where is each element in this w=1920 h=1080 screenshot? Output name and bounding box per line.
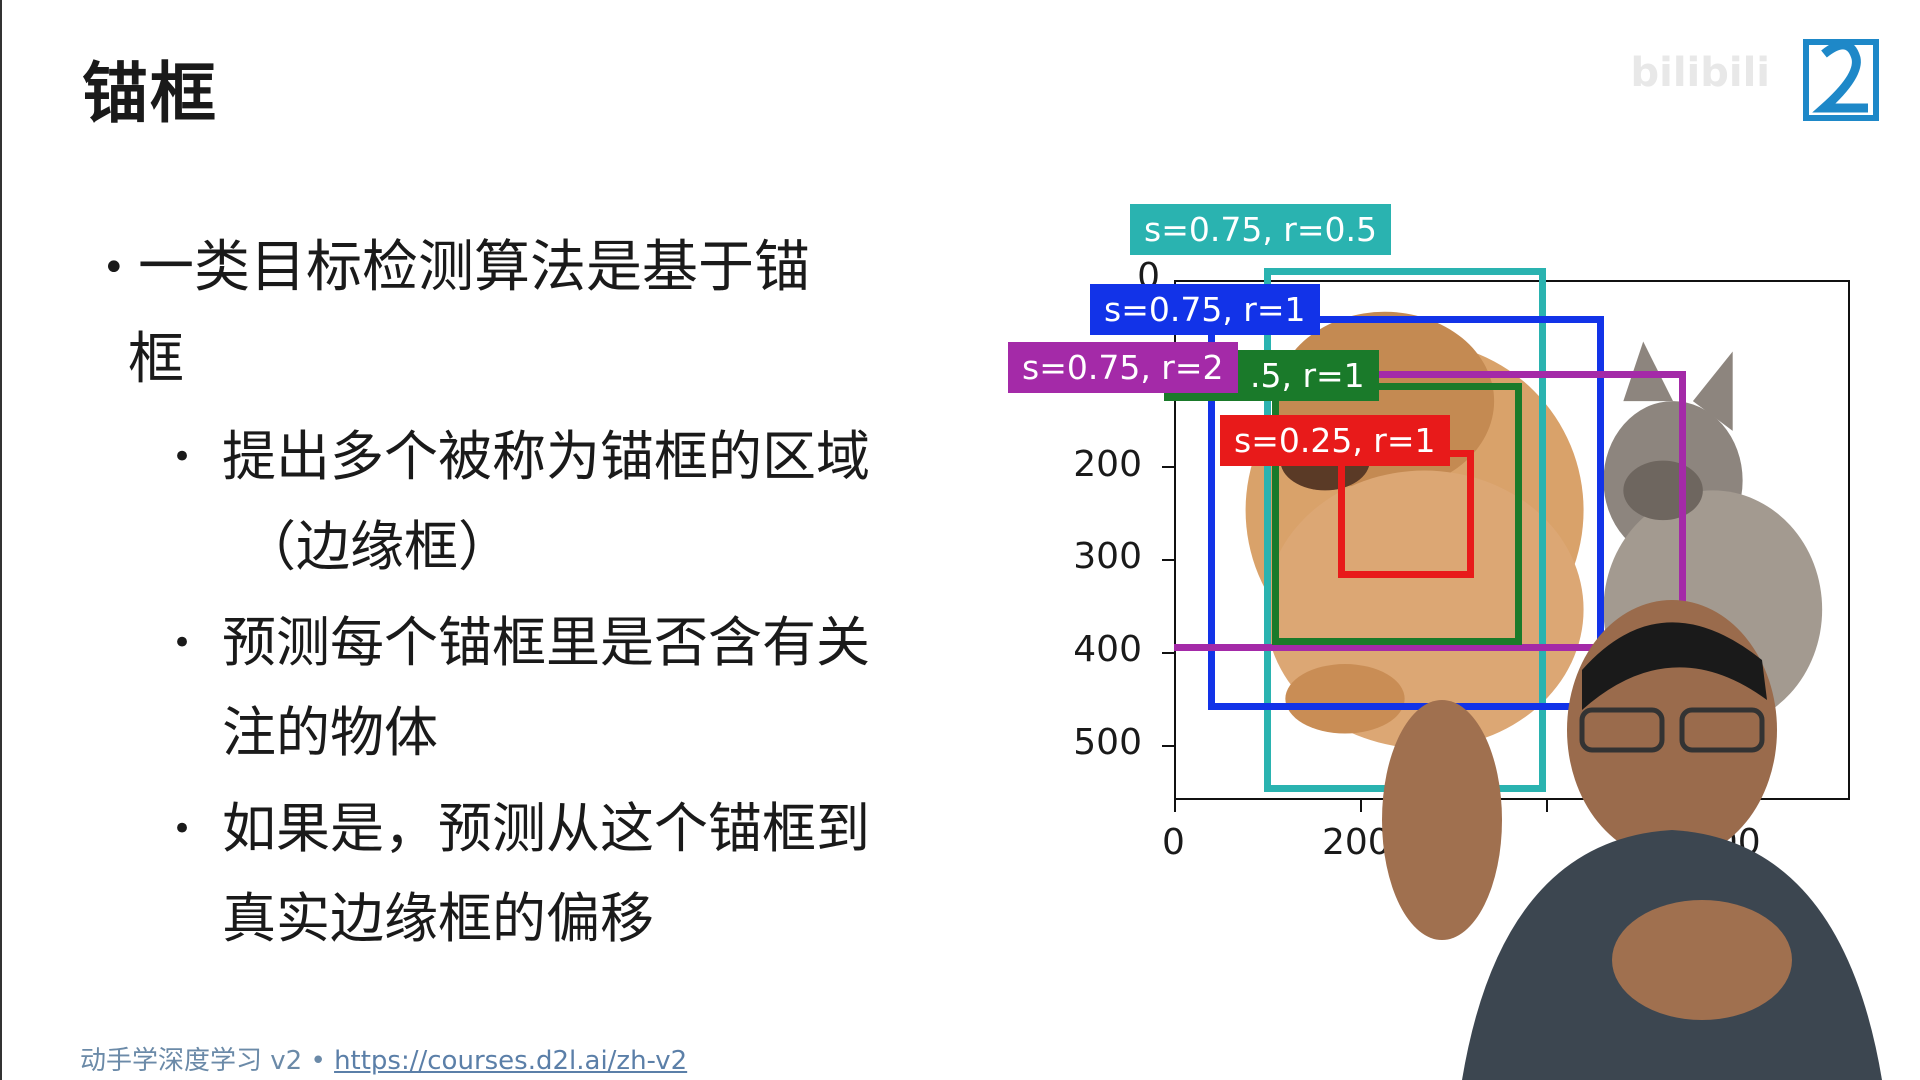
slide: 锚框 bilibili 一类目标检测算法是基于锚 框 • 提出多个被称为锚框的区… bbox=[0, 0, 1920, 1080]
label-s075-r05: s=0.75, r=0.5 bbox=[1130, 204, 1391, 255]
y-tick bbox=[1162, 745, 1174, 747]
y-tick-label: 400 bbox=[1073, 629, 1142, 670]
anchor-box-red bbox=[1338, 450, 1474, 578]
d2l-logo-icon bbox=[1803, 39, 1879, 121]
x-tick bbox=[1174, 800, 1176, 812]
y-tick-label: 500 bbox=[1073, 722, 1142, 763]
bullet-dot: • bbox=[172, 437, 193, 477]
footer: 动手学深度学习 v2 • https://courses.d2l.ai/zh-v… bbox=[80, 1046, 688, 1076]
sub-bullet-2: • 预测每个锚框里是否含有关 注的物体 bbox=[102, 598, 932, 778]
y-tick bbox=[1162, 652, 1174, 654]
bullet-1: 一类目标检测算法是基于锚 框 bbox=[102, 222, 932, 406]
bullet-dot: • bbox=[172, 623, 193, 663]
bilibili-watermark: bilibili bbox=[1630, 50, 1770, 96]
label-s025-r1: s=0.25, r=1 bbox=[1220, 415, 1450, 466]
course-link[interactable]: https://courses.d2l.ai/zh-v2 bbox=[334, 1046, 687, 1076]
y-tick-label: 200 bbox=[1073, 444, 1142, 485]
y-tick bbox=[1162, 559, 1174, 561]
y-tick-label: 300 bbox=[1073, 536, 1142, 577]
sub-bullet-3: • 如果是，预测从这个锚框到 真实边缘框的偏移 bbox=[102, 784, 932, 964]
label-s075-r1: s=0.75, r=1 bbox=[1090, 284, 1320, 335]
label-s075-r2: s=0.75, r=2 bbox=[1008, 342, 1238, 393]
y-tick bbox=[1162, 466, 1174, 468]
x-tick-label: 0 bbox=[1162, 822, 1185, 863]
slide-title: 锚框 bbox=[82, 55, 218, 132]
sub-bullet-1: • 提出多个被称为锚框的区域 （边缘框） bbox=[102, 412, 932, 592]
bullet-dot: • bbox=[172, 809, 193, 849]
presenter-video bbox=[1382, 600, 1882, 1080]
bullet-list: 一类目标检测算法是基于锚 框 • 提出多个被称为锚框的区域 （边缘框） • 预测… bbox=[102, 222, 932, 964]
